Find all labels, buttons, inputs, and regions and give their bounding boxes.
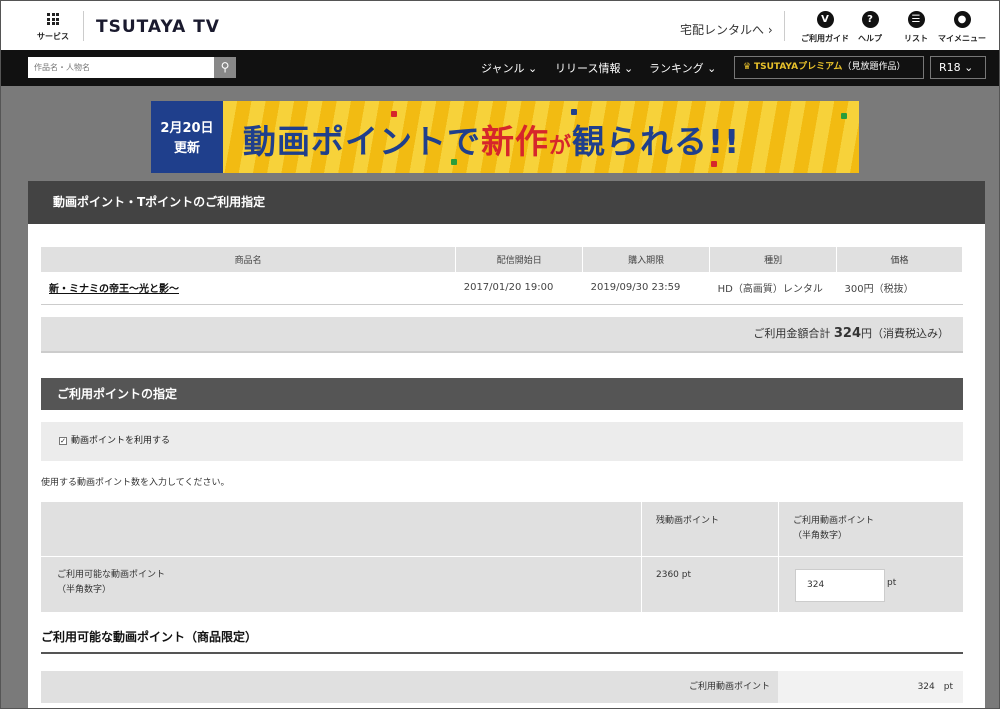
takuhai-rental-link[interactable]: 宅配レンタルへ › (680, 21, 773, 38)
top-header: サービス TSUTAYA TV 宅配レンタルへ › V ご利用ガイド ? ヘルプ… (1, 1, 999, 50)
service-label: サービス (37, 32, 69, 41)
banner-title: 動画ポイントで新作が観られる!! (243, 115, 740, 163)
nav-release-info[interactable]: リリース情報 ⌄ (555, 60, 633, 76)
nav-ranking[interactable]: ランキング ⌄ (649, 60, 716, 76)
search-icon: ⚲ (220, 60, 230, 74)
banner-title-d: 観られる!! (572, 122, 741, 161)
banner-date: 2月20日 (160, 121, 214, 136)
premium-suffix: （見放題作品） (842, 62, 906, 72)
items-table: 商品名 配信開始日 購入期限 種別 価格 新・ミナミの帝王～光と影～ 2017/… (41, 247, 963, 305)
premium-brand: プレミアム (798, 62, 843, 72)
remaining-points-value: 2360 pt (656, 570, 692, 580)
guide-v-icon: V (816, 11, 834, 28)
grid-icon (47, 13, 59, 25)
available-points-label: ご利用可能な動画ポイント （半角数字） (57, 568, 165, 598)
item-deadline: 2019/09/30 23:59 (582, 272, 710, 305)
premium-crown-icon: ♛ (743, 62, 752, 72)
use-points-checkbox[interactable]: ✓ (59, 436, 67, 445)
used-points-label: ご利用動画ポイント (688, 682, 770, 692)
total-amount: ご利用金額合計 324円（消費税込み） (41, 317, 963, 353)
col-price: 価格 (836, 247, 963, 272)
user-icon: ● (953, 11, 971, 28)
divider (784, 11, 785, 41)
use-points-input[interactable]: 324 (795, 569, 885, 602)
limited-points-title: ご利用可能な動画ポイント（商品限定） (41, 630, 258, 644)
divider (41, 652, 963, 654)
help-label: ヘルプ (858, 34, 882, 43)
main-navbar: ⚲ ジャンル ⌄ リリース情報 ⌄ ランキング ⌄ ♛ TSUTAYAプレミアム… (1, 50, 999, 86)
nav-genre[interactable]: ジャンル ⌄ (481, 60, 537, 76)
total-value: 324 (833, 326, 861, 341)
item-type: HD（高画質）レンタル (709, 272, 837, 305)
col-type: 種別 (709, 247, 838, 272)
points-table: 残動画ポイント ご利用動画ポイント （半角数字） ご利用可能な動画ポイント （半… (41, 502, 963, 612)
instruction-text: 使用する動画ポイント数を入力してください。 (41, 478, 230, 488)
premium-prefix: TSUTAYA (753, 62, 799, 72)
table-row: 新・ミナミの帝王～光と影～ 2017/01/20 19:00 2019/09/3… (41, 272, 963, 305)
list-label: リスト (904, 34, 928, 43)
use-points-header: ご利用動画ポイント （半角数字） (793, 514, 874, 544)
col-title: 商品名 (41, 247, 457, 272)
use-points-header-line2: （半角数字） (793, 531, 848, 541)
divider (778, 502, 779, 612)
confetti (841, 113, 847, 119)
search-box: ⚲ (28, 57, 236, 78)
banner-updated: 更新 (173, 141, 200, 156)
tsutaya-tv-logo[interactable]: TSUTAYA TV (96, 17, 220, 37)
promo-banner[interactable]: 2月20日 更新 動画ポイントで新作が観られる!! (151, 101, 859, 173)
total-unit: 円（消費税込み） (861, 327, 949, 340)
divider (641, 502, 642, 612)
my-menu-button[interactable]: ● マイメニュー (934, 11, 990, 44)
banner-date-badge: 2月20日 更新 (151, 101, 223, 173)
use-points-header-line1: ご利用動画ポイント (793, 516, 875, 526)
search-button[interactable]: ⚲ (214, 57, 236, 78)
remaining-points-header: 残動画ポイント (656, 516, 720, 526)
available-points-label-line1: ご利用可能な動画ポイント (57, 570, 166, 580)
banner-title-b: 新作 (481, 122, 549, 161)
banner-title-a: 動画ポイントで (243, 122, 481, 161)
table-header-row: 商品名 配信開始日 購入期限 種別 価格 (41, 247, 963, 272)
use-points-unit: pt (887, 578, 897, 588)
item-start-date: 2017/01/20 19:00 (455, 272, 583, 305)
my-menu-label: マイメニュー (938, 34, 986, 43)
r18-dropdown[interactable]: R18 ⌄ (930, 56, 986, 79)
col-deadline: 購入期限 (582, 247, 711, 272)
use-points-label[interactable]: 動画ポイントを利用する (71, 436, 170, 446)
help-icon: ? (861, 11, 879, 28)
points-section-title: ご利用ポイントの指定 (41, 378, 963, 410)
banner-title-c: が (549, 134, 573, 159)
tsutaya-premium-button[interactable]: ♛ TSUTAYAプレミアム（見放題作品） (734, 56, 924, 79)
search-input[interactable] (28, 57, 214, 78)
item-price: 300円（税抜） (836, 272, 963, 305)
list-icon: ☰ (907, 11, 925, 28)
use-points-row: ✓ 動画ポイントを利用する (41, 422, 963, 461)
used-points-value: 324 pt (778, 671, 963, 703)
service-menu-button[interactable]: サービス (31, 13, 75, 42)
main-panel: 動画ポイント・Tポイントのご利用指定 商品名 配信開始日 購入期限 種別 価格 … (28, 181, 985, 708)
divider (83, 11, 84, 41)
available-points-label-line2: （半角数字） (57, 585, 112, 595)
page-frame: サービス TSUTAYA TV 宅配レンタルへ › V ご利用ガイド ? ヘルプ… (0, 0, 1000, 709)
page-title: 動画ポイント・Tポイントのご利用指定 (28, 181, 985, 224)
total-label: ご利用金額合計 (753, 327, 831, 340)
used-points-row: ご利用動画ポイント 324 pt (41, 671, 963, 703)
item-title-cell: 新・ミナミの帝王～光と影～ (41, 272, 456, 305)
item-title-link[interactable]: 新・ミナミの帝王～光と影～ (49, 284, 179, 295)
col-start: 配信開始日 (455, 247, 584, 272)
divider (41, 556, 963, 557)
